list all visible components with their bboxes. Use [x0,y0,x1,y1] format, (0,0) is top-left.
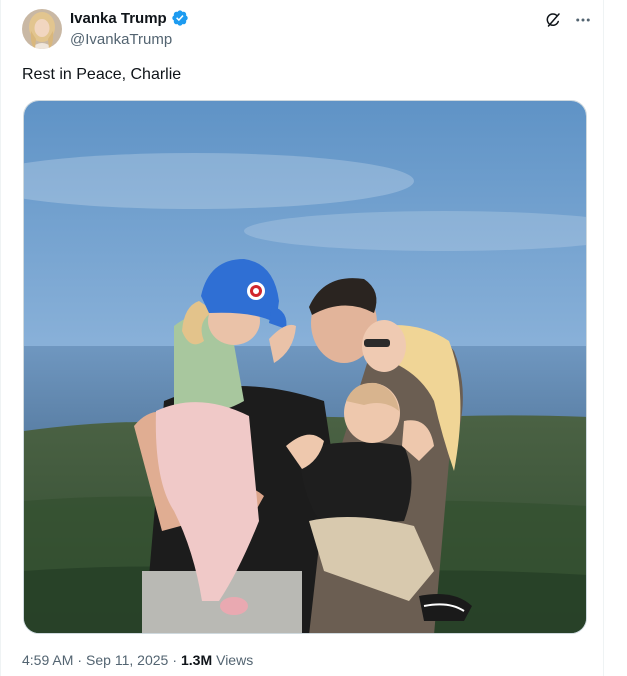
avatar[interactable] [22,9,62,49]
tweet-photo[interactable] [23,100,587,634]
tweet-actions [543,10,593,30]
tweet-text: Rest in Peace, Charlie [22,66,182,83]
meta-separator: · [172,652,177,668]
author-name-row: Ivanka Trump [70,9,189,27]
display-name[interactable]: Ivanka Trump [70,10,167,27]
tweet-time[interactable]: 4:59 AM [22,652,73,668]
author-handle[interactable]: @IvankaTrump [70,31,172,48]
more-icon[interactable] [573,10,593,30]
tweet-container: Ivanka Trump @IvankaTrump Rest in Peace,… [0,0,604,676]
tweet-date[interactable]: Sep 11, 2025 [86,652,168,668]
grok-icon[interactable] [543,10,563,30]
views-count: 1.3M [180,652,213,668]
verified-badge-icon [171,9,189,27]
tweet-meta: 4:59 AM · Sep 11, 2025 · 1.3M Views [22,652,253,668]
meta-separator: · [77,652,83,668]
views-label: Views [216,652,254,668]
